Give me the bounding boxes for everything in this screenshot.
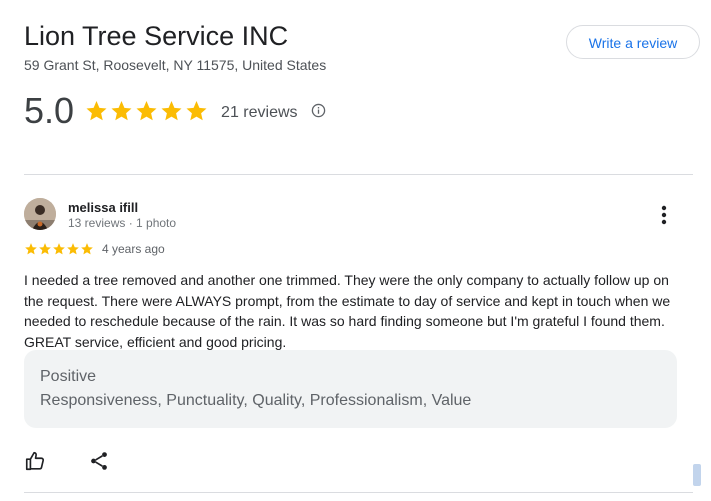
scrollbar-thumb[interactable] [693,464,701,486]
star-icon [161,101,182,121]
section-divider [24,492,693,493]
star-icon [86,101,107,121]
star-icon [25,243,37,255]
business-name: Lion Tree Service INC [24,21,289,51]
star-icon [53,243,65,255]
thumb-up-icon[interactable] [24,450,46,472]
share-icon[interactable] [88,450,110,472]
tags-list: Responsiveness, Punctuality, Quality, Pr… [40,392,472,409]
review-count[interactable]: 21 reviews [221,104,297,122]
avatar-image [24,198,56,230]
star-icon [136,101,157,121]
write-review-button[interactable]: Write a review [566,25,700,59]
reviewer-meta: 13 reviews · 1 photo [68,216,177,230]
review-text: I needed a tree removed and another one … [24,272,671,350]
review-tags: Positive Responsiveness, Punctuality, Qu… [24,350,677,428]
more-vert-icon[interactable] [654,203,674,227]
tags-heading: Positive [40,368,97,385]
rating-summary: 5.0 21 reviews [24,90,326,132]
rating-value: 5.0 [24,90,75,131]
star-icon [67,243,79,255]
rating-stars [84,99,209,123]
star-icon [39,243,51,255]
star-icon [111,101,132,121]
star-icon [186,101,207,121]
review-rating: 4 years ago [24,241,165,257]
reviewer-name[interactable]: melissa ifill [68,200,138,216]
star-icon [81,243,93,255]
avatar[interactable] [24,198,56,230]
info-icon[interactable] [311,103,326,118]
review-age: 4 years ago [102,242,165,256]
business-address: 59 Grant St, Roosevelt, NY 11575, United… [24,57,327,73]
section-divider [24,174,693,175]
